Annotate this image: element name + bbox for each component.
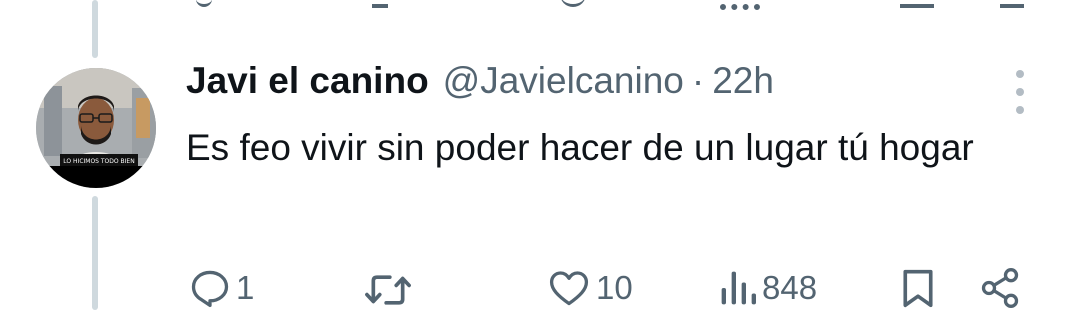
avatar[interactable]: LO HICIMOS TODO BIEN bbox=[36, 68, 156, 188]
reply-button[interactable]: 1 bbox=[188, 266, 254, 310]
share-icon bbox=[981, 268, 1019, 308]
retweet-icon bbox=[365, 275, 411, 305]
more-dot bbox=[1016, 106, 1024, 114]
views-count: 848 bbox=[762, 269, 818, 306]
tweet-timestamp[interactable]: 22h bbox=[712, 60, 774, 102]
tweet-header: Javi el canino @Javielcanino · 22h bbox=[186, 60, 1046, 116]
more-vertical-icon[interactable] bbox=[1010, 70, 1030, 114]
reply-icon[interactable] bbox=[196, 0, 212, 7]
avatar-photo: LO HICIMOS TODO BIEN bbox=[36, 68, 156, 188]
views-button[interactable]: 848 bbox=[718, 266, 817, 310]
reply-icon bbox=[191, 270, 229, 308]
more-dot bbox=[1016, 88, 1024, 96]
tweet-text: Es feo vivir sin poder hacer de un lugar… bbox=[186, 127, 974, 168]
bookmark-icon bbox=[903, 269, 933, 308]
heart-icon[interactable] bbox=[560, 0, 586, 7]
reply-count: 1 bbox=[236, 269, 255, 306]
retweet-button[interactable] bbox=[364, 268, 416, 312]
previous-tweet-actions bbox=[0, 0, 1080, 10]
share-icon[interactable] bbox=[1000, 0, 1024, 8]
tweet-actions: 1 10 848 bbox=[0, 266, 1080, 314]
like-count: 10 bbox=[596, 269, 633, 306]
avatar-caption: LO HICIMOS TODO BIEN bbox=[63, 158, 134, 165]
thread-line-top bbox=[92, 0, 98, 58]
views-icon[interactable] bbox=[720, 0, 760, 10]
bookmark-icon[interactable] bbox=[900, 0, 934, 8]
author-name[interactable]: Javi el canino bbox=[186, 60, 429, 102]
retweet-icon[interactable] bbox=[372, 0, 388, 8]
author-handle[interactable]: @Javielcanino bbox=[443, 60, 684, 102]
bookmark-button[interactable] bbox=[898, 266, 938, 310]
heart-icon bbox=[549, 271, 589, 306]
tweet[interactable]: Javi el canino @Javielcanino · 22h Es fe… bbox=[186, 60, 1046, 176]
views-icon bbox=[721, 271, 756, 305]
separator-dot: · bbox=[691, 60, 705, 101]
like-button[interactable]: 10 bbox=[546, 266, 633, 310]
share-button[interactable] bbox=[978, 266, 1022, 310]
more-dot bbox=[1016, 70, 1024, 78]
